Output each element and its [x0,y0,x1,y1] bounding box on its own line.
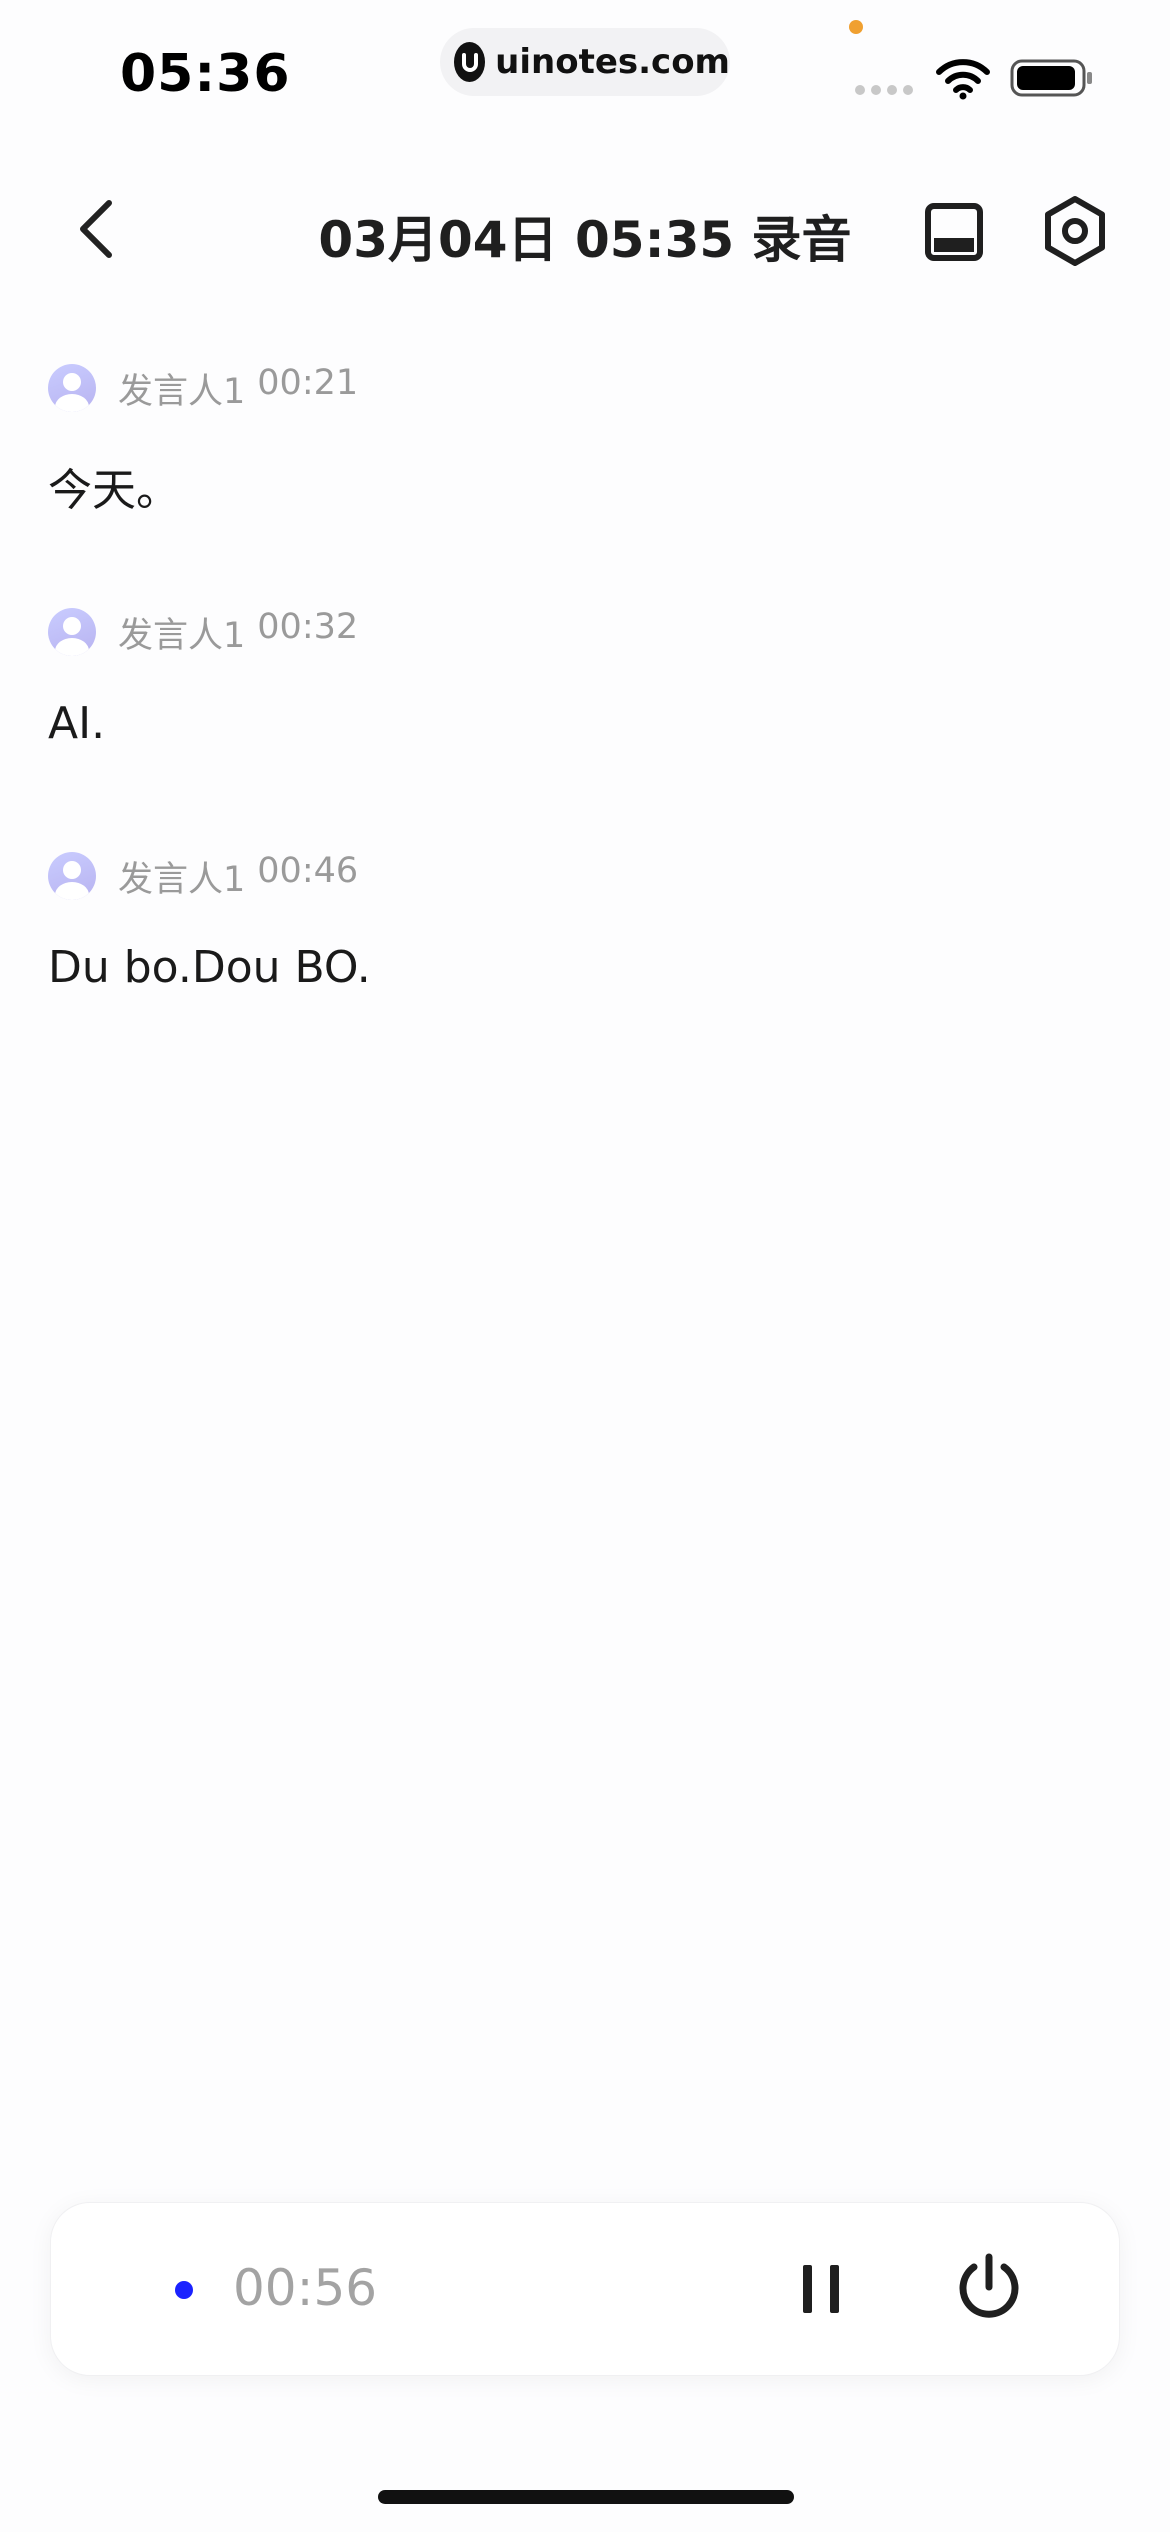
transcript-entry[interactable]: 发言人1 00:46 Du bo.Dou BO. [48,848,1118,993]
entry-header: 发言人1 00:21 [48,360,1118,416]
speaker-avatar-icon [48,852,96,900]
pause-button[interactable] [781,2249,861,2329]
nav-bar: 03月04日 05:35 录音 [0,170,1170,290]
url-pill[interactable]: uinotes.com [440,28,730,96]
back-chevron-icon [80,200,112,258]
speaker-name: 发言人1 [118,615,246,656]
site-logo-icon [454,42,486,82]
power-icon [959,2253,1019,2318]
settings-button[interactable] [1040,194,1110,268]
speaker-meta: 发言人1 00:32 [118,607,358,658]
entry-text: AI. [48,698,106,749]
entry-text: Du bo.Dou BO. [48,942,371,993]
entry-timestamp: 00:46 [257,850,359,891]
speaker-name: 发言人1 [118,859,246,900]
settings-gear-icon [1045,196,1105,266]
page-title: 03月04日 05:35 录音 [318,211,852,269]
speaker-meta: 发言人1 00:21 [118,363,358,414]
layout-panel-icon [925,203,983,261]
entry-timestamp: 00:32 [257,606,359,647]
stop-recording-button[interactable] [947,2247,1031,2331]
entry-header: 发言人1 00:32 [48,604,1118,660]
elapsed-timer: 00:56 [233,2259,378,2317]
transcript-entry[interactable]: 发言人1 00:32 AI. [48,604,1118,749]
entry-text: 今天。 [48,465,180,516]
recording-control-bar: 00:56 [50,2202,1120,2376]
privacy-indicator-dot [849,20,863,34]
speaker-meta: 发言人1 00:46 [118,851,358,902]
home-indicator[interactable] [378,2490,794,2504]
speaker-avatar-icon [48,364,96,412]
speaker-name: 发言人1 [118,371,246,412]
url-text: uinotes.com [495,42,730,82]
layout-panel-button[interactable] [922,200,986,264]
pause-icon [803,2265,839,2313]
entry-header: 发言人1 00:46 [48,848,1118,904]
status-time: 05:36 [120,44,291,104]
recording-indicator-dot [175,2281,193,2299]
back-button[interactable] [60,194,130,264]
transcript-entry[interactable]: 发言人1 00:21 今天。 [48,360,1118,518]
battery-icon [1010,58,1094,102]
status-bar: 05:36 uinotes.com [0,0,1170,150]
wifi-icon [935,58,991,104]
cellular-signal-icon [855,85,913,95]
entry-timestamp: 00:21 [257,362,359,403]
speaker-avatar-icon [48,608,96,656]
